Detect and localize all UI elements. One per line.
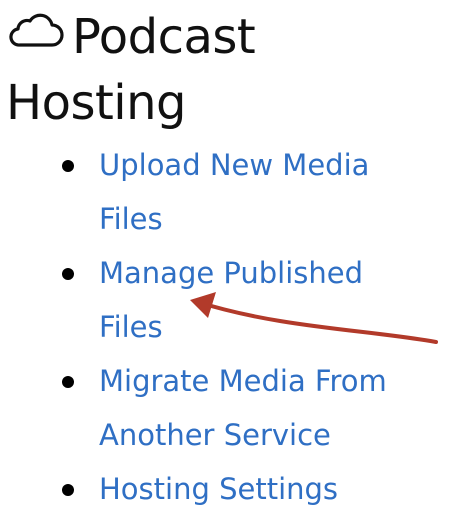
upload-new-media-files-link[interactable]: Upload New Media Files [99, 148, 369, 236]
bullet [62, 484, 74, 496]
hosting-menu: Upload New Media Files Manage Published … [0, 138, 452, 516]
manage-published-files-link[interactable]: Manage Published Files [99, 256, 363, 344]
menu-item-settings: Hosting Settings [0, 462, 429, 516]
hosting-settings-link[interactable]: Hosting Settings [99, 472, 338, 506]
menu-item-manage: Manage Published Files [0, 246, 429, 354]
bullet [62, 268, 74, 280]
page-title: Podcast Hosting [6, 4, 446, 136]
menu-item-migrate: Migrate Media From Another Service [0, 354, 429, 462]
menu-item-upload: Upload New Media Files [0, 138, 429, 246]
bullet [62, 376, 74, 388]
cloud-icon [9, 13, 64, 47]
migrate-media-link[interactable]: Migrate Media From Another Service [99, 364, 387, 452]
bullet [62, 160, 74, 172]
